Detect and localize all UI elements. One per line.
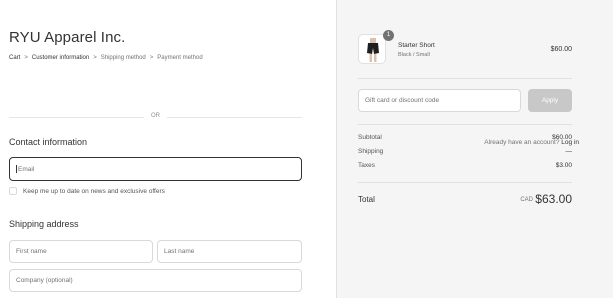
login-prompt-text: Already have an account? [484,139,560,146]
contact-information-title: Contact information [9,137,88,147]
newsletter-checkbox[interactable] [9,187,17,195]
or-divider-text: OR [151,113,160,119]
email-field[interactable]: Email [9,157,302,181]
shipping-address-title: Shipping address [9,219,79,229]
total-label: Total [358,195,375,204]
breadcrumb-cart[interactable]: Cart [9,55,20,61]
breadcrumb-payment-method: Payment method [157,55,203,61]
taxes-label: Taxes [358,162,375,169]
summary-divider [358,78,572,79]
last-name-field[interactable]: Last name [157,240,302,263]
product-thumbnail [358,34,386,64]
company-placeholder: Company (optional) [16,277,73,284]
quantity-badge: 1 [383,30,394,41]
total-value: $63.00 [535,192,572,206]
newsletter-option[interactable]: Keep me up to date on news and exclusive… [9,187,165,195]
breadcrumb-customer-information: Customer information [31,55,90,61]
product-price: $60.00 [550,46,572,53]
total-currency: CAD [520,197,533,203]
breadcrumb-separator: > [93,55,97,61]
text-caret [16,165,17,173]
breadcrumb-separator: > [24,55,28,61]
apply-button[interactable]: Apply [528,89,572,112]
shorts-image [367,38,379,62]
subtotal-label: Subtotal [358,134,382,141]
or-divider: OR [9,112,302,122]
taxes-value: $3.00 [555,162,572,169]
first-name-field[interactable]: First name [9,240,153,263]
discount-code-field[interactable]: Gift card or discount code [358,89,521,112]
first-name-placeholder: First name [16,248,47,255]
breadcrumb-shipping-method: Shipping method [100,55,146,61]
store-name[interactable]: RYU Apparel Inc. [9,29,125,46]
discount-code-placeholder: Gift card or discount code [365,97,440,104]
breadcrumb: Cart > Customer information > Shipping metho… [9,55,203,61]
or-divider-line-right [167,117,302,118]
newsletter-label[interactable]: Keep me up to date on news and exclusive… [23,188,165,195]
summary-divider [358,124,572,125]
email-placeholder: Email [18,165,35,173]
shipping-label: Shipping [358,148,384,155]
subtotal-value: $60.00 [552,134,572,141]
shipping-value: — [565,148,573,155]
last-name-placeholder: Last name [164,248,195,255]
product-name: Starter Short [398,42,435,49]
breadcrumb-separator: > [149,55,154,61]
summary-divider [358,182,572,183]
company-field[interactable]: Company (optional) [9,269,302,292]
product-variant: Black / Small [398,52,430,58]
